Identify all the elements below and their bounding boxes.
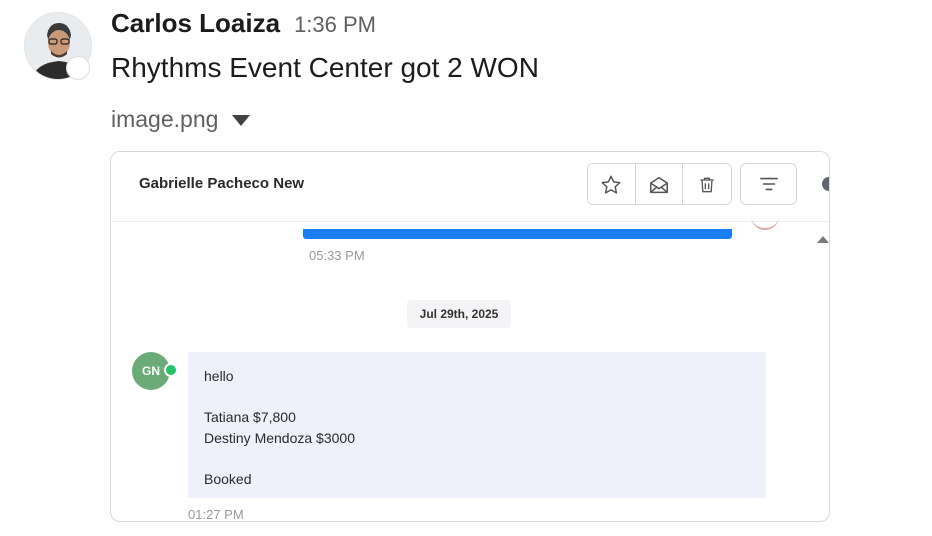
bubble-line: Booked: [204, 471, 252, 487]
sms-channel-icon: [164, 363, 178, 377]
star-button[interactable]: [588, 164, 636, 204]
scroll-up-arrow-icon[interactable]: [817, 236, 829, 243]
bubble-line: Destiny Mendoza $3000: [204, 430, 355, 446]
user-avatar-edge[interactable]: [822, 177, 829, 191]
attachment-row: image.png: [111, 106, 251, 133]
incoming-message-bubble: hello Tatiana $7,800 Destiny Mendoza $30…: [188, 352, 766, 498]
message-timestamp[interactable]: 1:36 PM: [294, 12, 376, 38]
bubble-line: Tatiana $7,800: [204, 409, 296, 425]
delete-button[interactable]: [683, 164, 731, 204]
outgoing-message-bubble: [303, 229, 732, 239]
conversation-actions: [587, 163, 732, 205]
collapse-caret-icon[interactable]: [232, 115, 251, 126]
conversation-header: Gabrielle Pacheco New: [111, 152, 829, 222]
trash-icon: [700, 177, 714, 193]
mark-read-button[interactable]: [635, 164, 684, 204]
message-header: Carlos Loaiza 1:36 PM: [111, 8, 376, 39]
attached-image[interactable]: Gabrielle Pacheco New 05:33 PM Jul 29th,…: [110, 151, 830, 522]
filter-button[interactable]: [740, 163, 797, 205]
company-logo-badge: [66, 56, 90, 80]
bubble-line: hello: [204, 368, 234, 384]
incoming-message-time: 01:27 PM: [188, 507, 244, 522]
attachment-name[interactable]: image.png: [111, 106, 218, 133]
partial-avatar-arc: [751, 212, 779, 230]
filter-icon: [759, 177, 778, 191]
message-text: Rhythms Event Center got 2 WON: [111, 52, 539, 83]
envelope-open-icon: [650, 176, 668, 194]
previous-message-time: 05:33 PM: [309, 248, 365, 263]
sender-name[interactable]: Carlos Loaiza: [111, 8, 280, 39]
star-icon: [601, 175, 621, 194]
contact-name: Gabrielle Pacheco New: [139, 175, 305, 192]
date-divider: Jul 29th, 2025: [407, 300, 511, 328]
